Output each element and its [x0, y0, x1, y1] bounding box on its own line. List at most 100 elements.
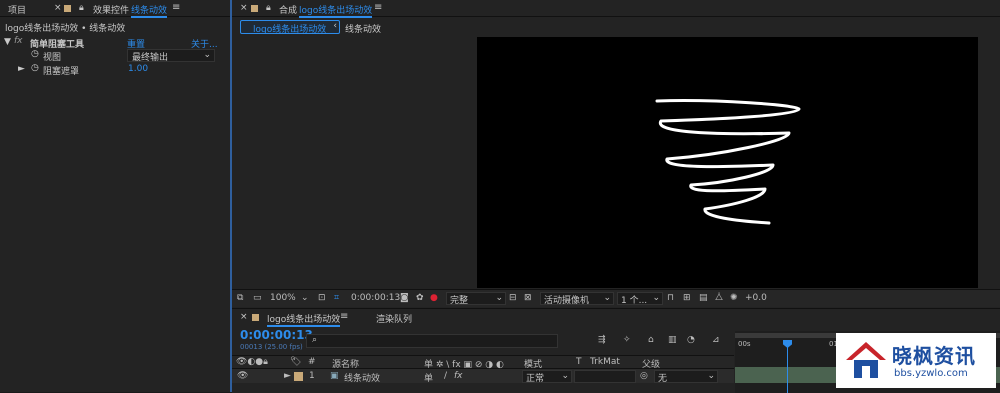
- resolution-dropdown[interactable]: 完整 ⌄: [446, 292, 506, 306]
- comp-title[interactable]: logo线条出场动效: [299, 3, 373, 18]
- parent-value: 无: [658, 374, 668, 384]
- layer-name[interactable]: 线条动效: [344, 371, 380, 384]
- chevron-down-icon[interactable]: ⌄: [301, 293, 309, 303]
- comp-tab-main[interactable]: logo线条出场动效 ‹: [240, 20, 340, 35]
- expand-triangle-icon[interactable]: ►: [284, 371, 291, 381]
- playhead-handle[interactable]: [783, 340, 792, 348]
- chevron-down-icon: ⌄: [707, 371, 715, 381]
- zoom-value[interactable]: 100%: [270, 293, 296, 303]
- left-tabbar: 项目 × 🔒︎ 效果控件 线条动效 ≡: [0, 0, 230, 18]
- region-of-interest-icon[interactable]: ⊟: [509, 293, 517, 303]
- playhead-line[interactable]: [787, 343, 788, 393]
- frame-blending-icon[interactable]: ▥: [668, 335, 677, 345]
- house-logo-icon: [846, 342, 886, 378]
- spiral-stroke-artwork: [655, 99, 801, 225]
- view-dropdown-value: 最终输出: [132, 53, 169, 63]
- parent-dropdown[interactable]: 无 ⌄: [654, 370, 718, 384]
- camera-value: 活动摄像机: [544, 296, 590, 306]
- composition-icon: ▣: [330, 371, 339, 381]
- viewer-toolbar: ⧉ ▭ 100% ⌄ ⊡ ⌗ 0:00:00:13 ◙ ✿ ● 完整 ⌄ ⊟ ⊠…: [232, 289, 1000, 307]
- layer-index: 1: [309, 371, 315, 381]
- toggle-pixel-aspect-icon[interactable]: ⊓: [667, 293, 674, 303]
- panel-color-swatch: [252, 313, 259, 323]
- tab-effects-target[interactable]: 线条动效: [131, 3, 168, 18]
- layer-mode-dropdown[interactable]: 正常 ⌄: [522, 370, 572, 384]
- watermark-name: 晓枫资讯: [892, 344, 976, 368]
- resolution-value: 完整: [450, 296, 469, 306]
- effect-controls-panel: 项目 × 🔒︎ 效果控件 线条动效 ≡ logo线条出场动效 • 线条动效 ▼ …: [0, 0, 232, 392]
- transparency-grid-icon[interactable]: ⊠: [524, 293, 532, 303]
- fast-previews-icon[interactable]: ⊞: [683, 293, 691, 303]
- disclosure-triangle-icon[interactable]: ▼: [4, 37, 11, 47]
- shy-switch-icon[interactable]: 单: [424, 371, 433, 384]
- exposure-icon[interactable]: ✺: [730, 293, 738, 303]
- fps-readout: 00013 (25.00 fps): [240, 343, 303, 351]
- close-icon[interactable]: ×: [240, 312, 248, 322]
- camera-dropdown[interactable]: 活动摄像机 ⌄: [540, 292, 614, 306]
- graph-editor-icon[interactable]: ⊿: [712, 335, 720, 345]
- trkmat-dropdown[interactable]: [574, 370, 636, 383]
- quality-switch-icon[interactable]: /: [444, 371, 447, 381]
- layer-search-input[interactable]: ⌕: [306, 334, 558, 348]
- chevron-down-icon: ⌄: [603, 293, 611, 303]
- layer-label-color[interactable]: [294, 372, 303, 381]
- view-dropdown[interactable]: 最终输出 ⌄: [127, 49, 215, 63]
- stopwatch-icon[interactable]: ◷: [31, 49, 39, 59]
- chevron-down-icon: ⌄: [203, 50, 211, 60]
- shy-layers-icon[interactable]: ⌂: [648, 335, 654, 345]
- expand-triangle-icon[interactable]: ►: [18, 64, 25, 74]
- col-trkmat[interactable]: TrkMat: [590, 357, 620, 367]
- camera-icon[interactable]: ◙: [400, 293, 409, 303]
- exposure-value[interactable]: +0.0: [745, 293, 767, 303]
- layer-row[interactable]: 👁︎ ► 1 ▣ 线条动效 单 / fx 正常 ⌄ ◎ 无 ⌄: [232, 369, 734, 384]
- stopwatch-icon[interactable]: ◷: [31, 63, 39, 73]
- lock-icon[interactable]: 🔒︎: [79, 3, 84, 13]
- chevron-down-icon: ⌄: [652, 293, 660, 303]
- timeline-tabbar: × logo线条出场动效 ≡ 渲染队列: [232, 309, 1000, 327]
- search-icon: ⌕: [312, 335, 318, 345]
- chevron-down-icon: ⌄: [561, 371, 569, 381]
- av-features-icons[interactable]: 👁︎◐●🔒︎: [236, 357, 268, 367]
- panel-menu-icon[interactable]: ≡: [172, 2, 180, 13]
- fx-icon[interactable]: fx: [14, 36, 23, 46]
- tab-project[interactable]: 项目: [8, 3, 26, 16]
- composition-panel: × 🔒︎ 合成 logo线条出场动效 ≡ logo线条出场动效 ‹ 线条动效 ⧉…: [232, 0, 1000, 308]
- chevron-left-icon: ‹: [333, 21, 337, 31]
- tab-effect-controls[interactable]: 效果控件: [93, 3, 129, 16]
- flowchart-icon[interactable]: ⧊: [715, 293, 723, 303]
- panel-menu-icon[interactable]: ≡: [374, 2, 382, 13]
- label-icon[interactable]: 🏷︎: [290, 357, 301, 367]
- close-icon[interactable]: ×: [240, 3, 248, 13]
- comp-tab-sub[interactable]: 线条动效: [345, 22, 381, 35]
- composition-viewer[interactable]: [477, 37, 978, 288]
- ruler-start-label: 00s: [738, 340, 751, 348]
- col-t: T: [576, 357, 582, 367]
- show-snapshot-icon[interactable]: ✿: [416, 293, 424, 303]
- viewer-timecode[interactable]: 0:00:00:13: [351, 293, 400, 303]
- lock-icon[interactable]: 🔒︎: [266, 3, 271, 13]
- panel-color-swatch: [251, 4, 258, 14]
- comp-mini-flowchart-icon[interactable]: ⇶: [598, 335, 606, 345]
- panel-menu-icon[interactable]: ≡: [340, 311, 348, 322]
- timeline-icon[interactable]: ▤: [699, 293, 708, 303]
- close-icon[interactable]: ×: [54, 3, 62, 13]
- fx-switch-icon[interactable]: fx: [454, 371, 463, 381]
- color-channels-icon[interactable]: ●: [430, 293, 438, 303]
- eye-icon[interactable]: 👁︎: [237, 371, 248, 381]
- watermark-badge: 晓枫资讯 bbs.yzwlo.com: [836, 333, 996, 388]
- motion-blur-icon[interactable]: ◔: [687, 335, 695, 345]
- breadcrumb: logo线条出场动效 • 线条动效: [5, 24, 126, 34]
- fit-icon[interactable]: ⊡: [318, 293, 326, 303]
- timeline-timecode[interactable]: 0:00:00:13: [240, 328, 313, 342]
- monitor-icon[interactable]: ▭: [253, 293, 262, 303]
- prop-matte-label: 阻塞遮罩: [43, 67, 80, 77]
- safe-margins-icon[interactable]: ⌗: [334, 293, 339, 303]
- tab-render-queue[interactable]: 渲染队列: [376, 312, 412, 325]
- chevron-down-icon: ⌄: [495, 293, 503, 303]
- parent-pickwhip-icon[interactable]: ◎: [640, 371, 648, 381]
- snapshot-settings-icon[interactable]: ⧉: [237, 293, 243, 303]
- draft-3d-icon[interactable]: ✧: [623, 335, 631, 345]
- tab-timeline-comp[interactable]: logo线条出场动效: [267, 312, 341, 327]
- views-dropdown[interactable]: 1 个... ⌄: [617, 292, 663, 306]
- prop-matte-value[interactable]: 1.00: [128, 64, 148, 74]
